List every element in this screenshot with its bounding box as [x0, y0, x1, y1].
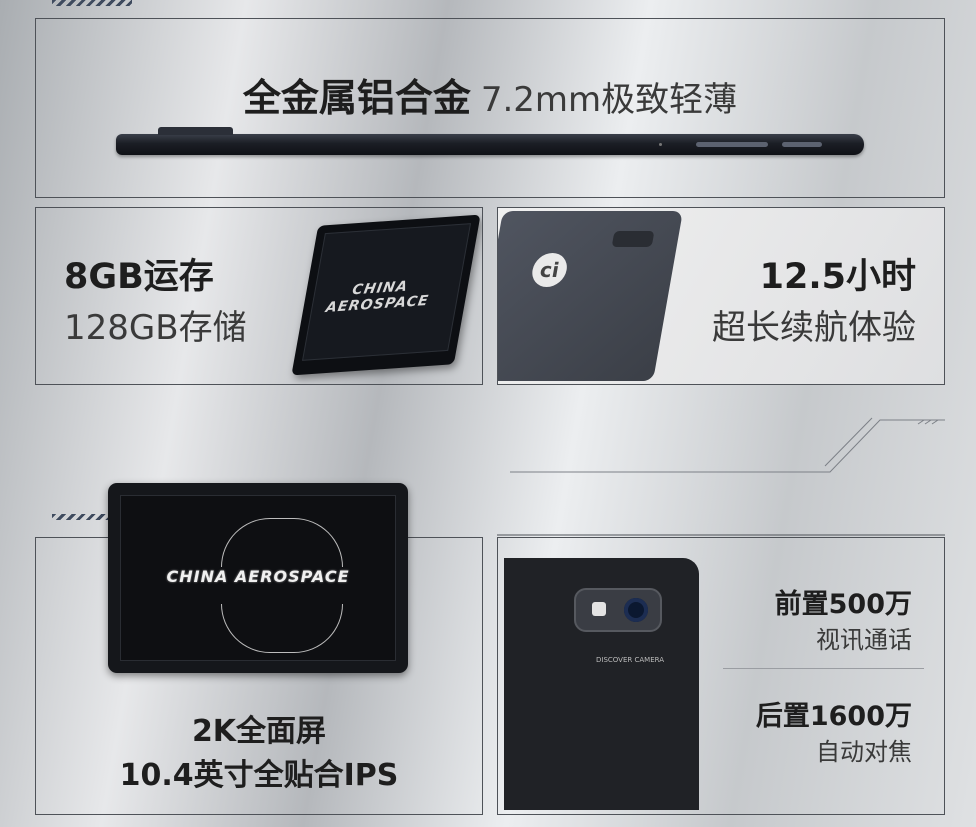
tablet-camera-closeup-image: DISCOVER CAMERA	[504, 558, 699, 810]
memory-ram-label: 8GB运存	[64, 257, 214, 297]
hatch-decoration-top	[52, 0, 132, 6]
rear-camera-subtitle: 自动对焦	[816, 738, 912, 766]
tablet-volume-button	[696, 142, 768, 147]
globe-top-graphic	[221, 518, 343, 567]
tablet-back-camera	[611, 231, 655, 247]
tablet-side-view-image	[116, 127, 864, 155]
battery-desc-label: 超长续航体验	[712, 308, 916, 348]
camera-panel: DISCOVER CAMERA 前置500万 视讯通话 后置1600万 自动对焦	[497, 537, 945, 815]
display-resolution-label: 2K全面屏	[191, 714, 327, 749]
battery-hours-label: 12.5小时	[759, 257, 916, 297]
tablet-camera-bump	[158, 127, 233, 135]
memory-panel: 8GB运存 128GB存储 CHINA AEROSPACE	[35, 207, 483, 385]
battery-panel: ci 12.5小时 超长续航体验	[497, 207, 945, 385]
brand-logo-icon: ci	[529, 253, 570, 287]
display-size-label: 10.4英寸全贴合IPS	[119, 758, 399, 793]
tablet-front-screen-text: CHINA AEROSPACE	[166, 567, 350, 586]
front-camera-subtitle: 视讯通话	[816, 626, 912, 654]
camera-lens-label: DISCOVER CAMERA	[596, 656, 664, 664]
metal-title: 全金属铝合金 7.2mm极致轻薄	[36, 67, 944, 122]
tablet-front-image: CHINA AEROSPACE	[108, 483, 408, 673]
globe-bottom-graphic	[221, 604, 343, 653]
tablet-tilted-image: CHINA AEROSPACE	[291, 214, 481, 376]
tablet-back-image: ci	[498, 211, 683, 381]
rear-camera-title: 后置1600万	[755, 701, 912, 732]
camera-module	[574, 588, 662, 632]
metal-title-light: 7.2mm极致轻薄	[480, 80, 738, 120]
memory-storage-label: 128GB存储	[64, 308, 247, 348]
metal-title-bold: 全金属铝合金	[242, 76, 471, 120]
front-camera-title: 前置500万	[774, 589, 912, 620]
flash-icon	[592, 602, 606, 616]
tablet-mic-hole	[659, 143, 662, 146]
camera-divider	[723, 668, 924, 669]
camera-lens-icon	[624, 598, 648, 622]
tablet-power-button	[782, 142, 822, 147]
metal-body-panel: 全金属铝合金 7.2mm极致轻薄	[35, 18, 945, 198]
